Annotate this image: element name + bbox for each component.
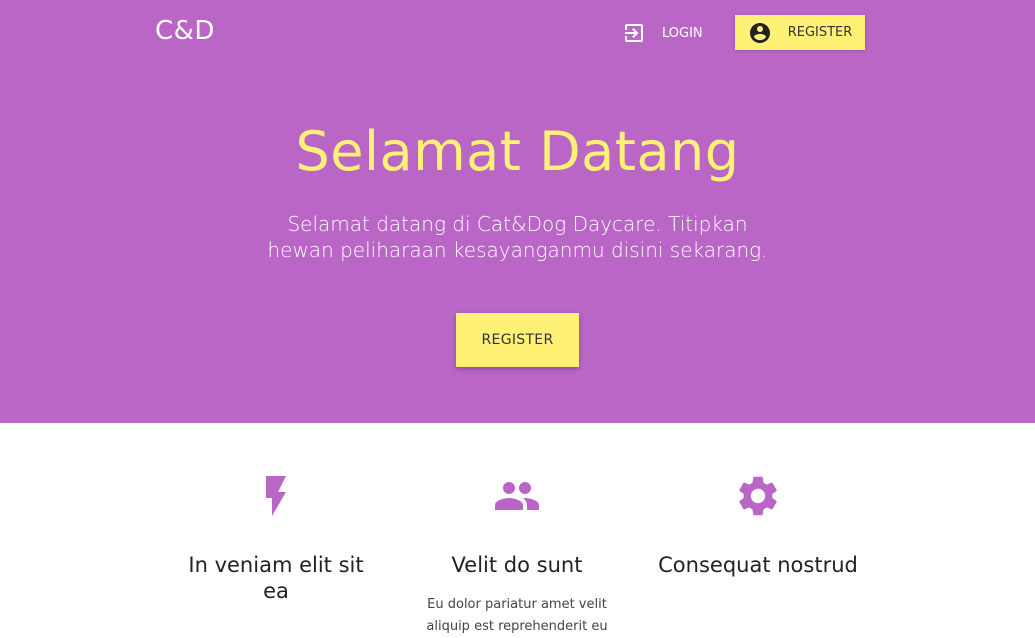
feature-title: Consequat nostrud	[658, 553, 858, 577]
brand-logo[interactable]: C&D	[155, 16, 215, 46]
hero-title: Selamat Datang	[295, 120, 740, 183]
nav-register-label: REGISTER	[787, 25, 853, 40]
gear-icon	[739, 476, 777, 516]
login-icon	[625, 24, 643, 42]
feature-card: In veniam elit sit ea	[176, 472, 376, 603]
hero-subtitle: Selamat datang di Cat&Dog Daycare. Titip…	[267, 212, 768, 262]
feature-text: Eu dolor pariatur amet velit aliquip est…	[426, 597, 608, 634]
hero-section: C&D LOGIN REGISTER Selamat Datang Selama…	[0, 0, 1035, 423]
feature-card: Velit do sunt Eu dolor pariatur amet vel…	[417, 472, 617, 634]
feature-title: Velit do sunt	[451, 553, 583, 577]
account-circle-icon	[749, 22, 770, 43]
feature-card: Consequat nostrud	[658, 472, 858, 577]
feature-title: In veniam elit sit ea	[188, 553, 364, 603]
hero-register-button[interactable]: REGISTER	[456, 313, 579, 367]
nav-register-button[interactable]: REGISTER	[735, 15, 865, 50]
flash-icon	[266, 476, 286, 516]
login-label: LOGIN	[662, 25, 703, 41]
login-link[interactable]: LOGIN	[622, 16, 703, 50]
people-icon	[495, 482, 539, 510]
